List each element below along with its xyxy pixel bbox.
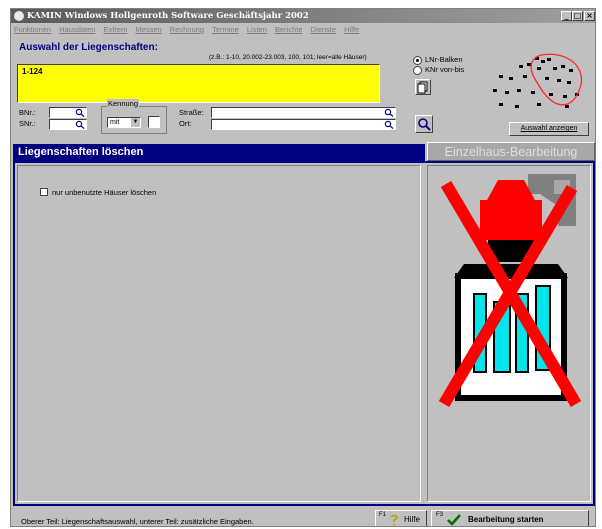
bnr-field[interactable] [49, 107, 87, 118]
help-key: F1 [379, 512, 387, 518]
ort-field[interactable] [211, 119, 396, 130]
question-mark-icon [390, 514, 398, 526]
maximize-button[interactable]: □ [572, 11, 583, 21]
close-button[interactable]: × [584, 11, 595, 21]
show-selection-button[interactable]: Auswahl anzeigen [509, 122, 589, 136]
kennung-select[interactable]: mit ▼ [107, 117, 141, 128]
ort-label: Ort: [179, 119, 192, 128]
magnifier-icon [418, 118, 431, 131]
strasse-label: Straße: [179, 108, 204, 117]
search-icon[interactable] [384, 108, 394, 117]
radio-lnr-dot [413, 55, 422, 65]
menu-bar: Funktionen Hausdaten Exfrem Messen Rechn… [11, 24, 595, 36]
bnr-label: BNr.: [19, 108, 36, 117]
kennung-value: mit [110, 119, 120, 126]
start-processing-button[interactable]: F3 Bearbeitung starten [431, 510, 589, 526]
minimize-button[interactable]: _ [561, 11, 572, 21]
tab-einzelhaus-bearbeitung[interactable]: Einzelhaus-Bearbeitung [427, 142, 595, 161]
radio-lnr-label: LNr-Balken [425, 55, 463, 64]
menu-hilfe[interactable]: Hilfe [344, 25, 359, 34]
unused-houses-checkbox[interactable] [40, 188, 48, 196]
menu-listen[interactable]: Listen [247, 25, 267, 34]
kennung-checkbox[interactable] [148, 116, 160, 128]
menu-messen[interactable]: Messen [135, 25, 161, 34]
search-icon[interactable] [384, 120, 394, 129]
menu-exfrem[interactable]: Exfrem [104, 25, 128, 34]
app-window: KAMIN Windows Hollgenroth Software Gesch… [10, 8, 596, 527]
search-icon[interactable] [75, 120, 85, 129]
start-label: Bearbeitung starten [468, 515, 544, 524]
options-area: nur unbenutzte Häuser löschen [17, 165, 421, 502]
menu-rechnung[interactable]: Rechnung [170, 25, 204, 34]
help-label: Hilfe [404, 515, 421, 524]
radio-knr-dot [413, 65, 422, 75]
menu-dienste[interactable]: Dienste [311, 25, 336, 34]
strasse-field[interactable] [211, 107, 396, 118]
radio-lnr[interactable]: LNr-Balken [413, 55, 463, 65]
document-icon [417, 81, 428, 94]
help-button[interactable]: F1 Hilfe [375, 510, 427, 526]
selection-title: Auswahl der Liegenschaften: [19, 42, 158, 53]
app-icon [14, 11, 24, 21]
menu-funktionen[interactable]: Funktionen [14, 25, 51, 34]
menu-termine[interactable]: Termine [212, 25, 239, 34]
start-key: F3 [436, 512, 444, 518]
chevron-down-icon[interactable]: ▼ [131, 118, 140, 127]
selection-input[interactable]: 1-124 [17, 64, 380, 103]
delete-house-icon [438, 174, 582, 408]
status-text: Oberer Teil: Liegenschaftsauswahl, unter… [21, 517, 254, 526]
title-bar[interactable]: KAMIN Windows Hollgenroth Software Gesch… [11, 9, 595, 23]
illustration-box [427, 165, 591, 502]
radio-knr[interactable]: KNr von-bis [413, 65, 464, 75]
radio-knr-label: KNr von-bis [425, 65, 465, 74]
selection-value: 1-124 [22, 67, 43, 76]
checkmark-icon [447, 514, 461, 526]
house-map-icon [493, 53, 583, 108]
tab-liegenschaften-loeschen[interactable]: Liegenschaften löschen [13, 144, 425, 161]
menu-hausdaten[interactable]: Hausdaten [59, 25, 95, 34]
menu-berichte[interactable]: Berichte [275, 25, 303, 34]
map-search-button[interactable] [415, 115, 433, 133]
snr-label: SNr.: [19, 119, 36, 128]
copy-button[interactable] [415, 79, 431, 95]
tab-panel: nur unbenutzte Häuser löschen [13, 161, 595, 506]
unused-houses-label: nur unbenutzte Häuser löschen [52, 188, 157, 197]
selection-hint: (z.B.: 1-10, 20.002-23.003, 100, 101; le… [209, 54, 367, 61]
kennung-label: Kennung [107, 99, 140, 108]
snr-field[interactable] [49, 119, 87, 130]
window-title: KAMIN Windows Hollgenroth Software Gesch… [27, 11, 309, 21]
search-icon[interactable] [75, 108, 85, 117]
